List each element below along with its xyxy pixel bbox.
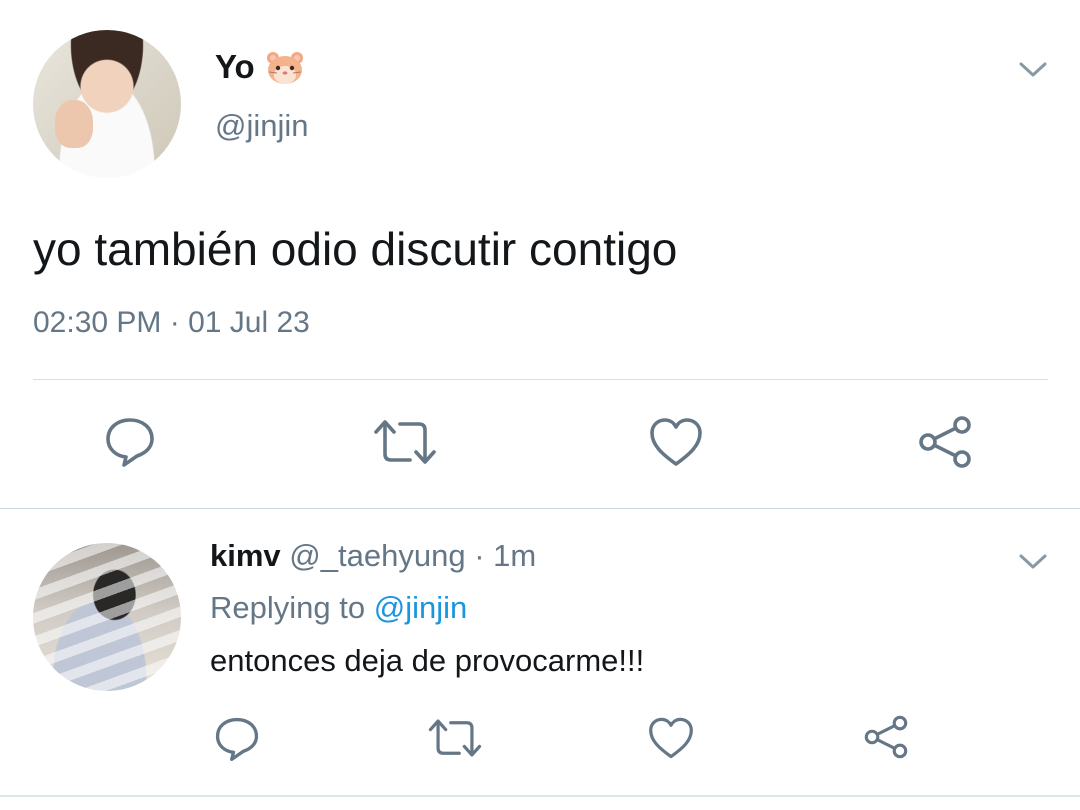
avatar[interactable] [33, 30, 181, 178]
hamster-face-icon [265, 50, 305, 86]
retweet-icon[interactable] [372, 416, 438, 468]
meta-separator: · [465, 538, 494, 573]
reply-age: 1m [493, 538, 537, 573]
bottom-divider [0, 795, 1080, 797]
reply-icon[interactable] [214, 716, 260, 762]
tweet-separator [0, 508, 1080, 509]
reply-header: kimv @_taehyung · 1m [210, 538, 536, 574]
replying-prefix: Replying to [210, 590, 374, 625]
user-handle[interactable]: @_taehyung [289, 538, 465, 573]
user-handle[interactable]: @jinjin [215, 108, 309, 144]
chevron-down-icon[interactable] [1018, 60, 1048, 80]
chevron-down-icon[interactable] [1018, 552, 1048, 572]
share-icon[interactable] [916, 414, 974, 470]
tweet-date: 01 Jul 23 [188, 306, 310, 339]
like-icon[interactable] [648, 416, 704, 468]
tweet-text: entonces deja de provocarme!!! [210, 643, 645, 678]
divider [33, 379, 1048, 380]
meta-separator: · [161, 306, 189, 339]
retweet-icon[interactable] [427, 716, 483, 760]
replying-to: Replying to @jinjin [210, 590, 467, 626]
reply-icon[interactable] [104, 416, 156, 468]
mention-link[interactable]: @jinjin [374, 590, 468, 625]
tweet-timestamp[interactable]: 02:30 PM · 01 Jul 23 [33, 306, 310, 340]
share-icon[interactable] [862, 714, 910, 760]
display-name[interactable]: Yo [215, 48, 255, 86]
like-icon[interactable] [647, 716, 695, 760]
tweet-time: 02:30 PM [33, 306, 162, 339]
avatar[interactable] [33, 543, 181, 691]
avatar-hand-shape [55, 100, 93, 148]
display-name[interactable]: kimv [210, 538, 281, 573]
tweet-text: yo también odio discutir contigo [33, 223, 678, 275]
